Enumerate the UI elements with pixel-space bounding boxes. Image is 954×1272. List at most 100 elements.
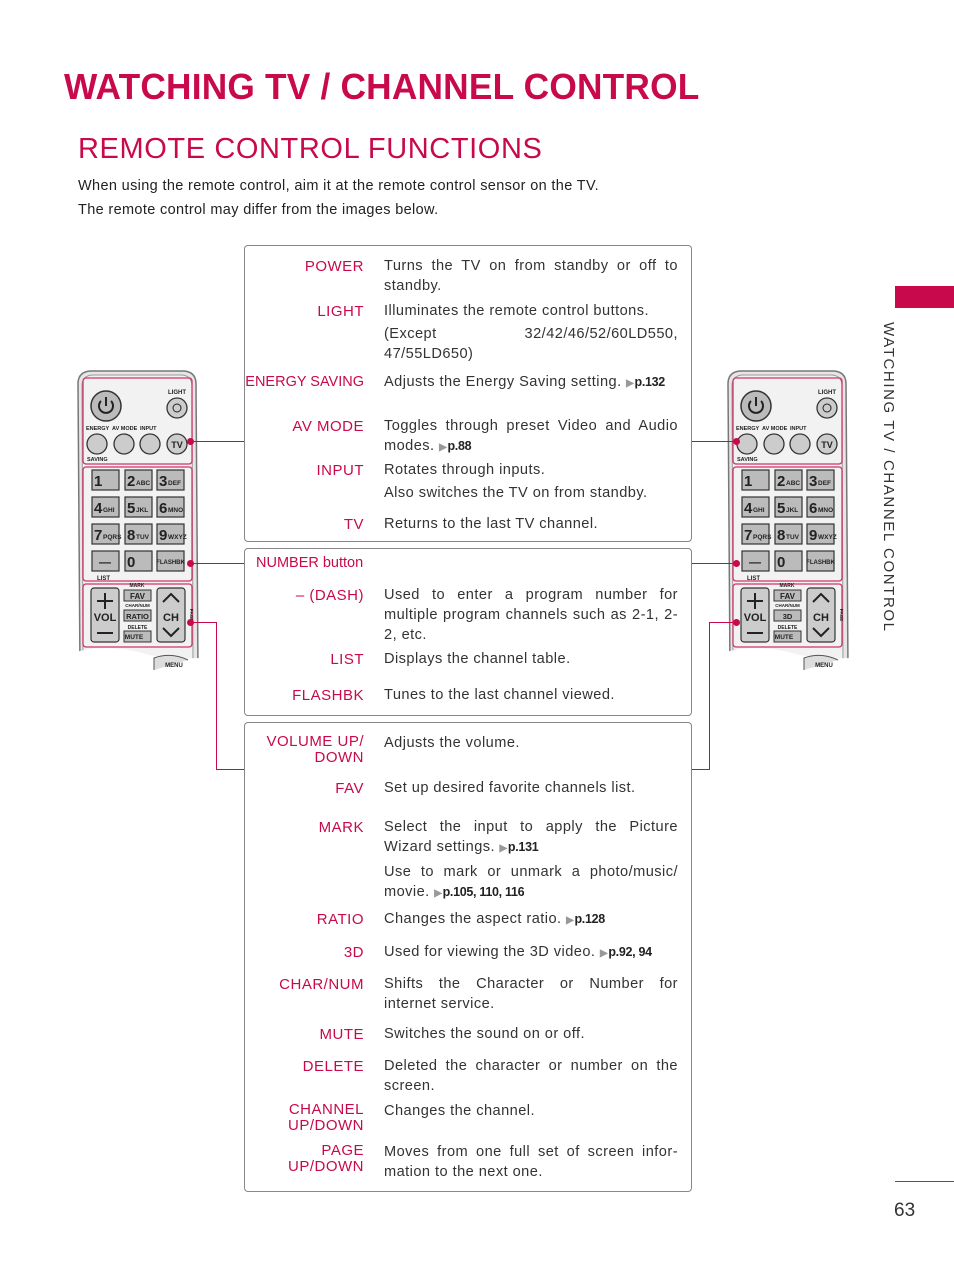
function-description: Set up desired favorite channels list. [384,778,678,798]
arrow-right-icon: ▶ [434,888,442,899]
intro-line-1: When using the remote control, aim it at… [78,178,600,194]
remote-label: MUTE [775,634,794,641]
description-text: Shifts the Character or Number for inter… [384,976,678,1012]
remote-label: WXYZ [818,534,837,541]
function-label: 3D [343,944,364,961]
remote-label: MNO [168,507,183,514]
remote-label: LIST [747,576,760,582]
remote-label: INPUT [790,426,807,432]
remote-label: TV [821,440,833,450]
description-text: Displays the channel table. [384,651,571,667]
callout-line [692,441,736,442]
remote-label: 0 [127,554,135,571]
remote-label: TUV [136,534,150,541]
function-description: Used for viewing the 3D video. ▶p.92, 94 [384,942,678,964]
energy-saving-button [86,433,108,455]
function-label: TV [343,516,364,533]
remote-label: PQRS [103,534,122,541]
remote-label: 8 [777,527,785,544]
remote-label: MARK [130,583,145,589]
remote-label: 3 [159,473,167,490]
page-reference: ▶p.131 [499,840,539,854]
description-text: Use to mark or unmark a photo/music/ mov… [384,864,678,900]
remote-label: LIGHT [818,390,836,396]
remote-label: ENERGY [736,426,760,432]
function-description: Toggles through preset Video and Audio m… [384,416,678,458]
function-label: CHAR/NUM [279,976,364,993]
description-text: Set up desired favorite channels list. [384,780,636,796]
callout-line [709,622,736,623]
remote-label: 9 [159,527,167,544]
remote-label: TUV [786,534,800,541]
function-label: CHANNEL UP/DOWN [288,1101,364,1134]
function-label: MARK [318,819,364,836]
chapter-side-label: WATCHING TV / CHANNEL CONTROL [880,322,897,633]
callout-line [692,769,710,770]
function-label: PAGE UP/DOWN [288,1142,364,1175]
remote-label: 4 [94,500,103,517]
av-mode-button [763,433,785,455]
function-label: MUTE [319,1026,364,1043]
remote-label: PAGE [839,609,844,621]
callout-line [190,563,244,564]
remote-label: DEF [168,480,181,487]
page-title: WATCHING TV / CHANNEL CONTROL [64,66,700,107]
function-label: FLASHBK [292,687,364,704]
remote-label: — [99,555,111,569]
intro-line-2: The remote control may differ from the i… [78,202,439,218]
remote-label: FAV [130,592,146,601]
remote-label: CH [813,612,829,624]
callout-line [216,622,217,770]
energy-saving-button [736,433,758,455]
remote-label: JKL [786,507,798,514]
chapter-tab [895,286,954,308]
function-label: AV MODE [292,418,364,435]
remote-label: CHAR/NUM [775,603,800,608]
function-label: VOLUME UP/ DOWN [266,733,364,766]
remote-label: 3 [809,473,817,490]
description-text: Adjusts the Energy Saving setting. [384,374,622,390]
remote-label: 6 [159,500,167,517]
page-reference: ▶p.88 [439,439,472,453]
remote-label: AV MODE [762,426,788,432]
remote-label: 1 [94,473,102,490]
remote-label: MENU [165,663,183,669]
function-description: Illuminates the remote control buttons. (… [384,301,678,364]
remote-label: 1 [744,473,752,490]
remote-label: ENERGY [86,426,110,432]
function-label: FAV [335,780,364,797]
remote-label: 2 [127,473,135,490]
remote-control-image-left: LIGHT ENERGY AV MODE INPUT TV SAVING 1 2 ABC 3 DEF… [76,368,200,674]
remote-label: 5 [777,500,785,517]
remote-label: 9 [809,527,817,544]
function-description: Returns to the last TV channel. [384,514,678,534]
remote-label: MUTE [125,634,144,641]
description-text: Changes the channel. [384,1103,535,1119]
function-description: Select the input to apply the Picture Wi… [384,817,678,904]
remote-drawing: LIGHT ENERGY AV MODE INPUT TV SAVING 1 2 ABC 3 DEF… [76,370,200,671]
page-reference: ▶p.105, 110, 116 [434,885,525,899]
description-text: Returns to the last TV channel. [384,516,599,532]
remote-label: — [749,555,761,569]
description-text: Also switches the TV on from standby. [384,485,648,501]
remote-label: CHAR/NUM [125,603,150,608]
remote-label: LIST [97,576,110,582]
function-label: ENERGY SAVING [245,374,364,390]
remote-label: 7 [94,527,102,544]
remote-label: INPUT [140,426,157,432]
description-text: (Except 32/42/46/52/60LD550, 47/55LD650) [384,326,678,362]
remote-label: DELETE [128,625,148,631]
function-description: Used to enter a program number for multi… [384,585,678,645]
input-button [789,433,811,455]
description-text: Toggles through preset Video and Audio m… [384,418,678,454]
remote-label: ABC [786,480,800,487]
page-number: 63 [894,1200,916,1221]
box-heading: NUMBER button [256,555,364,571]
remote-label: GHI [103,507,115,514]
section-title: REMOTE CONTROL FUNCTIONS [78,133,543,165]
remote-label: 2 [777,473,785,490]
callout-line [216,769,244,770]
light-button [166,397,188,419]
remote-label: SAVING [87,457,108,463]
input-button [139,433,161,455]
